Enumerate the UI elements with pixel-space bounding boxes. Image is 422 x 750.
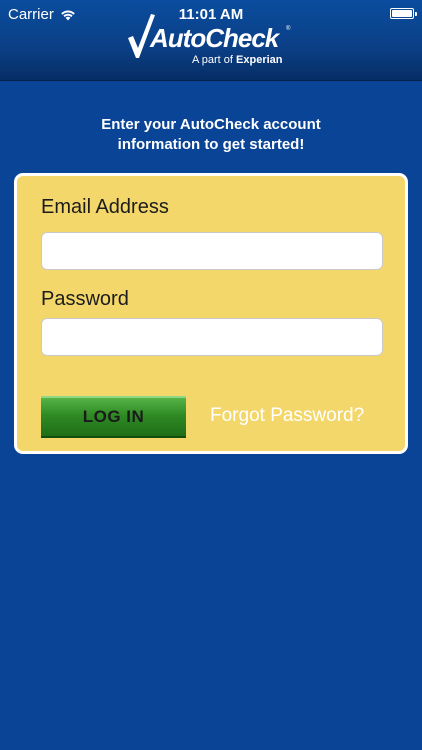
app-header: Carrier 11:01 AM AutoCheck ® A part of E…: [0, 0, 422, 81]
logo-tagline-prefix: A part of: [192, 54, 233, 66]
intro-line-1: Enter your AutoCheck account: [101, 116, 321, 133]
login-card: Email Address Password LOG IN Forgot Pas…: [14, 173, 408, 454]
email-field[interactable]: [41, 232, 383, 270]
logo-wordmark: AutoCheck: [150, 23, 279, 53]
email-label: Email Address: [41, 196, 169, 218]
intro-text: Enter your AutoCheck account information…: [0, 115, 422, 155]
password-field[interactable]: [41, 318, 383, 356]
autocheck-logo: AutoCheck ® A part of Experian: [126, 12, 296, 68]
login-button[interactable]: LOG IN: [41, 396, 186, 438]
intro-line-2: information to get started!: [117, 136, 305, 153]
logo-tagline-brand: Experian: [236, 54, 283, 66]
logo-trademark: ®: [286, 26, 291, 32]
password-label: Password: [41, 288, 129, 310]
battery-icon: [390, 8, 417, 19]
logo-tagline: A part of Experian: [192, 54, 283, 66]
forgot-password-link[interactable]: Forgot Password?: [210, 405, 364, 427]
